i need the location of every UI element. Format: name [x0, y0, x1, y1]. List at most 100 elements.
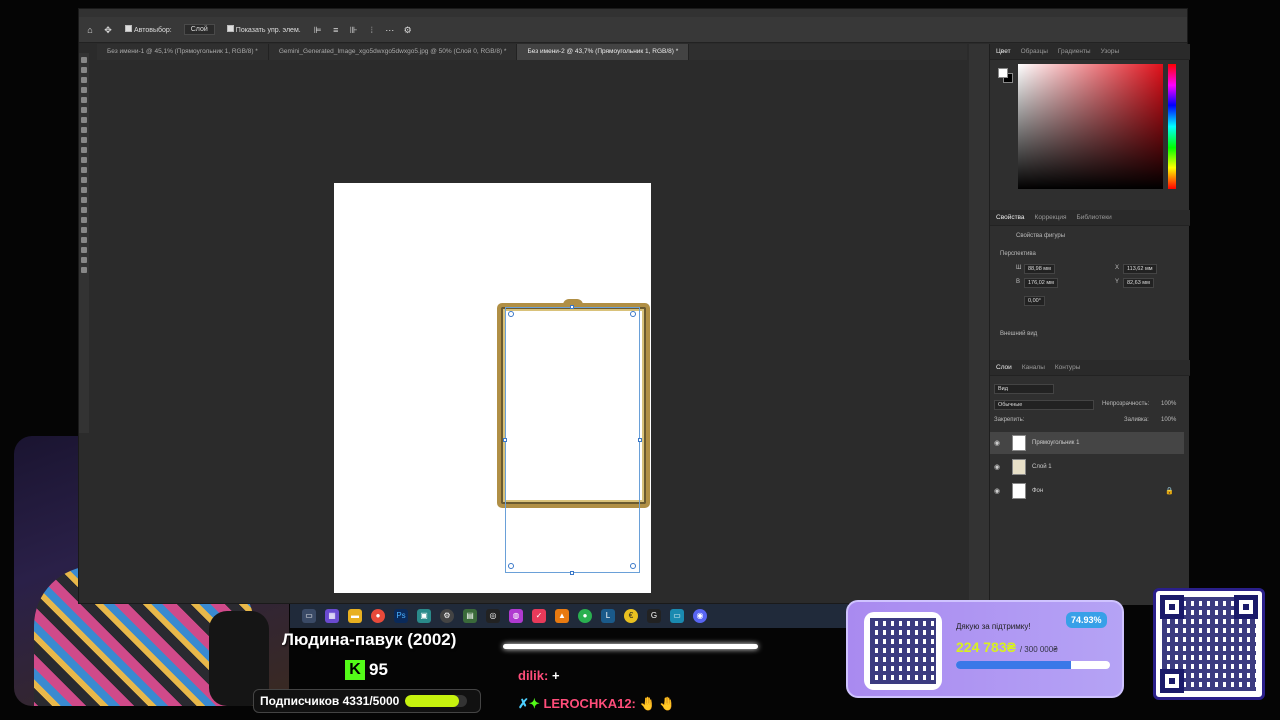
y-field[interactable]: 82,63 мм	[1123, 278, 1154, 288]
tab-paths[interactable]: Контуры	[1055, 364, 1081, 371]
show-controls-toggle[interactable]: Показать упр. элем.	[223, 23, 305, 36]
fill-value[interactable]: 100%	[1161, 417, 1176, 423]
lightshot-icon[interactable]: L	[601, 609, 615, 623]
tab-doc-3[interactable]: Без имени-2 @ 43,7% (Прямоугольник 1, RG…	[517, 44, 690, 60]
corner-handle-br[interactable]	[630, 563, 636, 569]
autoselect-toggle[interactable]: Автовыбор:	[121, 23, 176, 36]
folder-icon[interactable]: ▬	[348, 609, 362, 623]
eye-icon[interactable]: ◉	[990, 487, 1004, 495]
tab-channels[interactable]: Каналы	[1022, 364, 1045, 371]
tab-color[interactable]: Цвет	[996, 48, 1011, 55]
eyedropper-tool[interactable]	[81, 117, 87, 123]
opacity-value[interactable]: 100%	[1161, 401, 1176, 407]
gold-icon[interactable]: €	[624, 609, 638, 623]
x-label: X	[1115, 265, 1120, 271]
corner-handle-bl[interactable]	[508, 563, 514, 569]
healing-tool[interactable]	[81, 127, 87, 133]
tab-doc-1[interactable]: Без имени-1 @ 45,1% (Прямоугольник 1, RG…	[97, 44, 269, 60]
crop-tool[interactable]	[81, 97, 87, 103]
photoshop-icon[interactable]: Ps	[394, 609, 408, 623]
eraser-tool[interactable]	[81, 167, 87, 173]
frame-tool[interactable]	[81, 107, 87, 113]
spotify-icon[interactable]: ●	[578, 609, 592, 623]
angle-field[interactable]: 0,00°	[1024, 296, 1045, 306]
edge-handle-top[interactable]	[570, 305, 574, 309]
layer-row[interactable]: ◉ Прямоугольник 1	[990, 432, 1184, 454]
media-icon[interactable]: ▣	[417, 609, 431, 623]
align-right-icon[interactable]: ⊪	[349, 25, 359, 35]
file-explorer-icon[interactable]: ▭	[302, 609, 316, 623]
vlc-icon[interactable]: ▲	[555, 609, 569, 623]
transform-bounding-box[interactable]	[505, 307, 640, 573]
blur-tool[interactable]	[81, 187, 87, 193]
edge-handle-right[interactable]	[638, 438, 642, 442]
layer-row[interactable]: ◉ Фон 🔒	[990, 480, 1184, 502]
pen-tool[interactable]	[81, 207, 87, 213]
blend-mode-dropdown[interactable]: Обычные	[994, 400, 1094, 410]
kick-viewer-count: 95	[369, 660, 388, 679]
tab-doc-2[interactable]: Gemini_Generated_Image_xgo5dwxgo5dwxgo5.…	[269, 44, 518, 60]
gradient-tool[interactable]	[81, 177, 87, 183]
stamp-tool[interactable]	[81, 147, 87, 153]
corner-handle-tr[interactable]	[630, 311, 636, 317]
edit-toolbar-tool[interactable]	[81, 267, 87, 273]
type-tool[interactable]	[81, 217, 87, 223]
hand-tool[interactable]	[81, 247, 87, 253]
brush-tool[interactable]	[81, 137, 87, 143]
more-options-icon[interactable]: ⋯	[385, 25, 395, 35]
qr-finder-bl	[1160, 669, 1184, 693]
width-field[interactable]: 88,98 мм	[1024, 264, 1055, 274]
home-icon[interactable]: ⌂	[85, 25, 95, 35]
monitor-icon[interactable]: ▭	[670, 609, 684, 623]
apps-icon[interactable]: ▦	[325, 609, 339, 623]
color-panel: Цвет Образцы Градиенты Узоры	[990, 44, 1190, 204]
tab-layers[interactable]: Слои	[996, 364, 1012, 371]
options-bar: ⌂ ✥ Автовыбор: Слой Показать упр. элем. …	[79, 17, 1187, 43]
zoom-tool[interactable]	[81, 257, 87, 263]
xbox-icon[interactable]: ▤	[463, 609, 477, 623]
eye-icon[interactable]: ◉	[990, 439, 1004, 447]
move-tool-icon[interactable]: ✥	[103, 25, 113, 35]
align-left-icon[interactable]: ⊫	[313, 25, 323, 35]
tab-libraries[interactable]: Библиотеки	[1077, 214, 1112, 221]
move-tool[interactable]	[81, 57, 87, 63]
color-picker-field[interactable]	[1018, 64, 1163, 189]
gear-icon[interactable]: ⚙	[440, 609, 454, 623]
tab-adjustments[interactable]: Коррекция	[1035, 214, 1067, 221]
camera-icon[interactable]: ◍	[509, 609, 523, 623]
eye-icon[interactable]: ◉	[990, 463, 1004, 471]
perspective-label[interactable]: Перспектива	[1000, 251, 1036, 257]
hue-slider[interactable]	[1168, 64, 1176, 189]
autoselect-checkbox[interactable]	[125, 25, 132, 32]
show-controls-checkbox[interactable]	[226, 25, 234, 32]
align-center-icon[interactable]: ≡	[331, 25, 341, 35]
g-icon[interactable]: G	[647, 609, 661, 623]
tab-properties[interactable]: Свойства	[996, 214, 1025, 221]
blender-icon[interactable]: ◎	[486, 609, 500, 623]
vpn-icon[interactable]: ✓	[532, 609, 546, 623]
corner-handle-tl[interactable]	[508, 311, 514, 317]
path-select-tool[interactable]	[81, 227, 87, 233]
tab-patterns[interactable]: Узоры	[1101, 48, 1120, 55]
distribute-icon[interactable]: ⦙	[367, 25, 377, 35]
x-field[interactable]: 113,62 мм	[1123, 264, 1157, 274]
history-brush-tool[interactable]	[81, 157, 87, 163]
discord-icon[interactable]: ◉	[693, 609, 707, 623]
tab-swatches[interactable]: Образцы	[1021, 48, 1048, 55]
edge-handle-left[interactable]	[503, 438, 507, 442]
chrome-icon[interactable]: ●	[371, 609, 385, 623]
layer-filter-dropdown[interactable]: Вид	[994, 384, 1054, 394]
appearance-label[interactable]: Внешний вид	[1000, 331, 1037, 337]
gear-icon[interactable]: ⚙	[403, 25, 413, 35]
dodge-tool[interactable]	[81, 197, 87, 203]
edge-handle-bottom[interactable]	[570, 571, 574, 575]
quick-select-tool[interactable]	[81, 87, 87, 93]
layer-row[interactable]: ◉ Слой 1	[990, 456, 1184, 478]
foreground-color-swatch[interactable]	[998, 68, 1008, 78]
tab-gradients[interactable]: Градиенты	[1058, 48, 1091, 55]
rectangle-tool[interactable]	[81, 237, 87, 243]
autoselect-dropdown[interactable]: Слой	[183, 24, 215, 35]
lasso-tool[interactable]	[81, 77, 87, 83]
marquee-tool[interactable]	[81, 67, 87, 73]
height-field[interactable]: 176,02 мм	[1024, 278, 1058, 288]
